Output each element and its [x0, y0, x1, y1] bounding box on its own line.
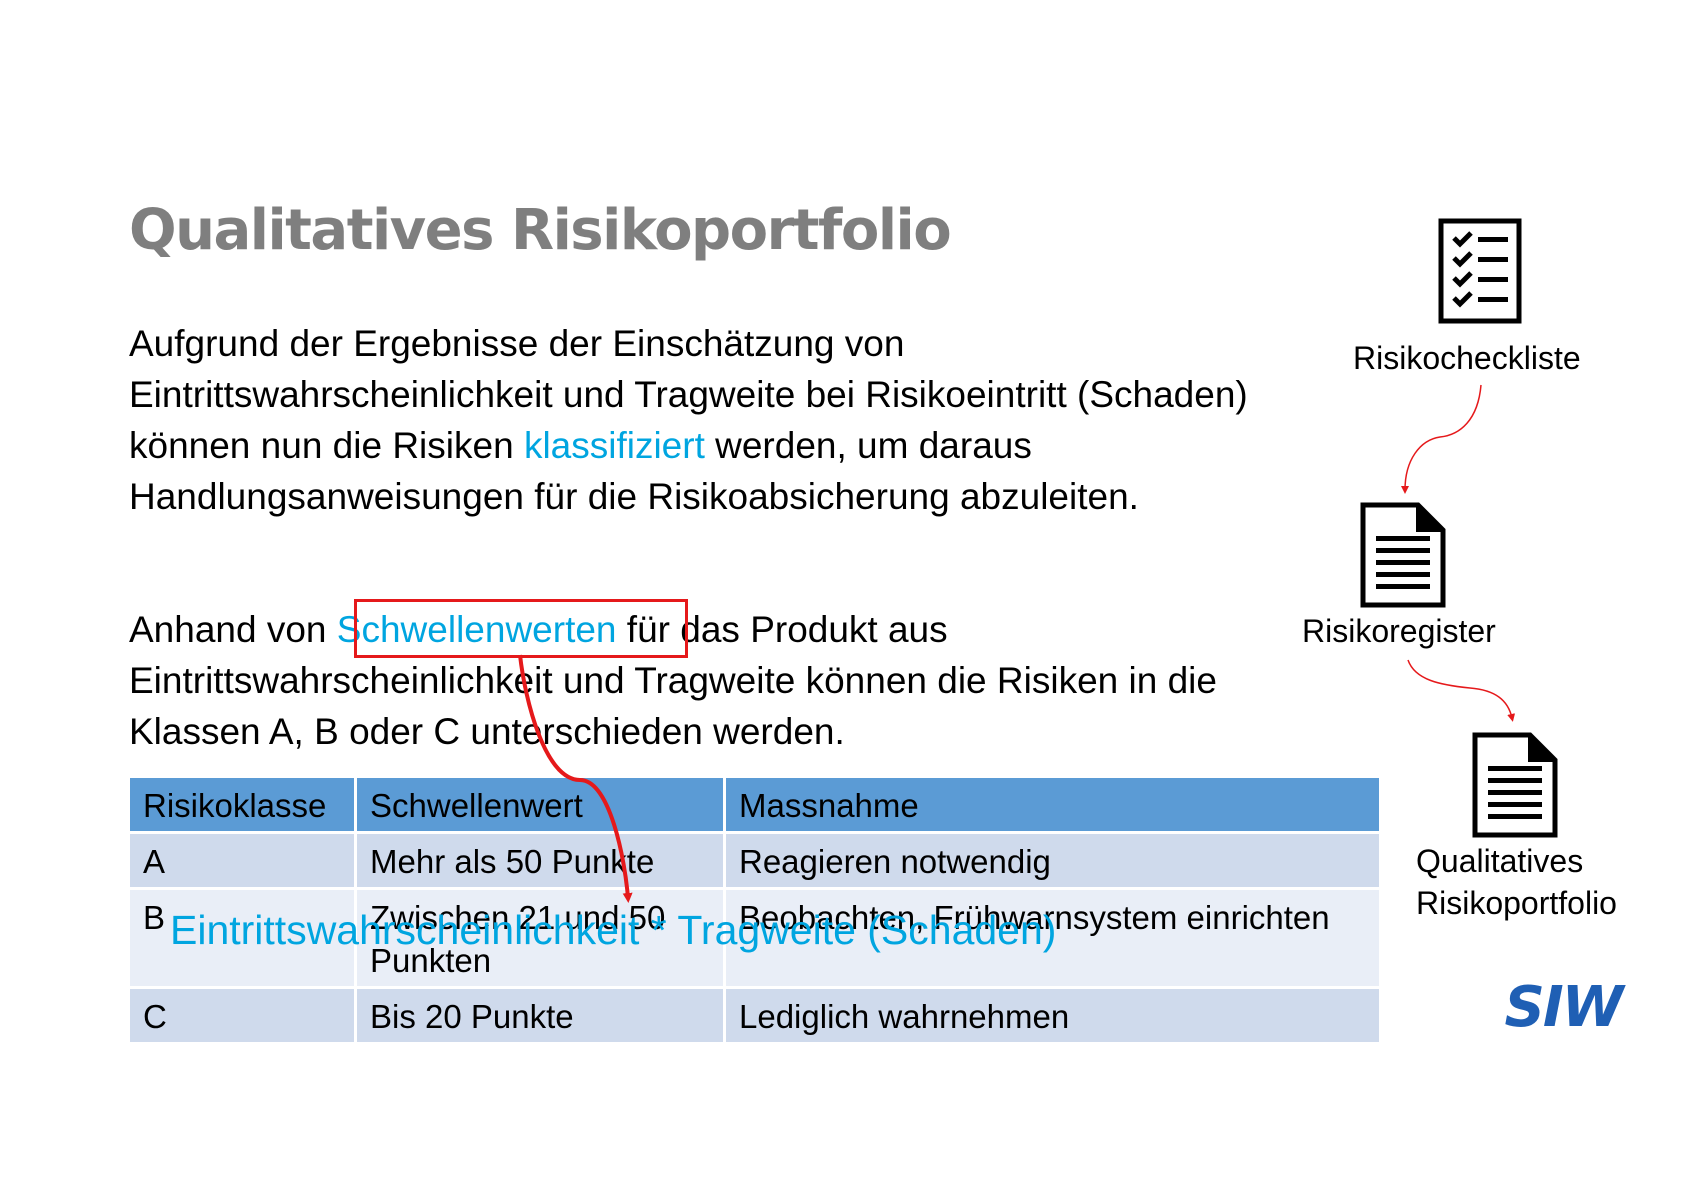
threshold-paragraph: Anhand von Schwellenwerten für das Produ…	[129, 604, 1279, 757]
checklist-icon	[1438, 218, 1522, 324]
table-header-row: Risikoklasse Schwellenwert Massnahme	[127, 775, 1382, 834]
keyword-klassifiziert: klassifiziert	[523, 425, 705, 466]
keyword-highlight-box	[354, 599, 688, 658]
cell-threshold: Bis 20 Punkte	[354, 986, 726, 1045]
formula-text: Eintrittswahrscheinlichkeit * Tragweite …	[170, 907, 1057, 953]
header-risikoklasse: Risikoklasse	[127, 775, 357, 834]
header-schwellenwert: Schwellenwert	[354, 775, 726, 834]
step-label-risikoregister: Risikoregister	[1302, 613, 1496, 649]
cell-measure: Reagieren notwendig	[723, 831, 1382, 890]
cell-class: C	[127, 986, 357, 1045]
document-icon	[1360, 502, 1446, 608]
siw-logo: SIW	[1505, 980, 1629, 1032]
threshold-text-start: Anhand von	[129, 609, 337, 650]
header-massnahme: Massnahme	[723, 775, 1382, 834]
table-row: C Bis 20 Punkte Lediglich wahrnehmen	[127, 986, 1382, 1045]
table-row: A Mehr als 50 Punkte Reagieren notwendig	[127, 831, 1382, 890]
flow-arrow-checkliste-register	[1401, 384, 1482, 494]
slide-title: Qualitatives Risikoportfolio	[129, 198, 952, 263]
step-label-risikocheckliste: Risikocheckliste	[1353, 340, 1581, 376]
intro-paragraph: Aufgrund der Ergebnisse der Einschätzung…	[129, 318, 1279, 522]
step-label-qualitatives-risikoportfolio: Qualitatives Risikoportfolio	[1416, 843, 1617, 921]
cell-class: A	[127, 831, 357, 890]
document-icon	[1472, 732, 1558, 838]
siw-logo-text: SIW	[1505, 980, 1627, 1032]
flow-arrow-register-portfolio	[1407, 659, 1516, 722]
cell-measure: Lediglich wahrnehmen	[723, 986, 1382, 1045]
cell-threshold: Mehr als 50 Punkte	[354, 831, 726, 890]
